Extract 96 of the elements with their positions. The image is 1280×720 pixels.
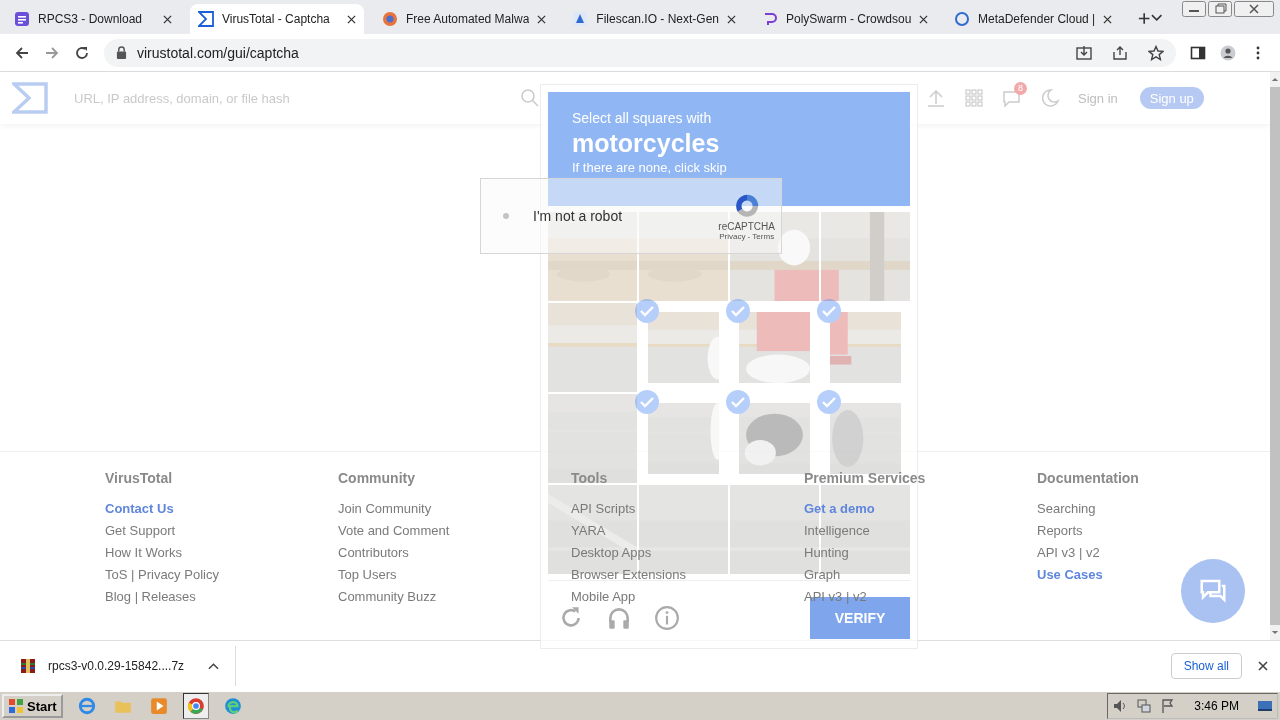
footer-heading: Premium Services: [804, 470, 926, 488]
notification-badge: 8: [1014, 82, 1027, 95]
lock-icon: [116, 46, 127, 59]
profile-icon[interactable]: [1220, 44, 1236, 61]
check-icon: [817, 299, 841, 323]
footer-heading: Tools: [571, 470, 608, 488]
browser-tab[interactable]: Free Automated Malwa: [373, 4, 555, 34]
footer-link[interactable]: Get a demo: [804, 498, 875, 520]
captcha-hint: If there are none, click skip: [572, 160, 728, 175]
forward-icon[interactable]: [44, 44, 60, 61]
clock[interactable]: 3:46 PM: [1194, 699, 1239, 713]
site-icon: [762, 11, 778, 27]
check-icon: [635, 299, 659, 323]
archive-icon: [20, 658, 36, 674]
browser-tab[interactable]: RPCS3 - Download: [6, 4, 180, 34]
back-icon[interactable]: [14, 44, 30, 61]
address-bar[interactable]: virustotal.com/gui/captcha: [104, 38, 1176, 67]
footer-link[interactable]: Contact Us: [105, 498, 174, 520]
show-all-button[interactable]: Show all: [1170, 653, 1242, 679]
check-icon: [817, 390, 841, 414]
footer-link[interactable]: Browser Extensions: [571, 564, 686, 586]
close-icon[interactable]: [727, 14, 736, 24]
footer-heading: Documentation: [1037, 470, 1139, 488]
scroll-up-icon[interactable]: [1271, 77, 1279, 82]
restore-icon[interactable]: [1208, 1, 1232, 17]
browser-tab[interactable]: Filescan.IO - Next-Gen: [564, 4, 744, 34]
show-desktop-icon[interactable]: [1257, 698, 1273, 714]
footer-link[interactable]: Desktop Apps: [571, 542, 652, 564]
grid-icon[interactable]: [964, 88, 984, 108]
download-item[interactable]: rpcs3-v0.0.29-15842....7z: [20, 646, 237, 686]
footer-link[interactable]: Graph: [804, 564, 841, 586]
check-icon: [726, 299, 750, 323]
share-icon[interactable]: [1112, 44, 1128, 61]
browser-tab[interactable]: MetaDefender Cloud |: [946, 4, 1121, 34]
footer-link[interactable]: Contributors: [338, 542, 409, 564]
footer-link[interactable]: API Scripts: [571, 498, 636, 520]
scrollbar[interactable]: [1270, 72, 1280, 640]
scroll-down-icon[interactable]: [1271, 630, 1279, 635]
site-icon: [197, 11, 214, 27]
checkbox-label: I'm not a robot: [533, 208, 623, 224]
footer-heading: Community: [338, 470, 415, 488]
check-icon: [635, 390, 659, 414]
footer-link[interactable]: Join Community: [338, 498, 432, 520]
privacy-terms-link[interactable]: Privacy - Terms: [719, 232, 775, 241]
reload-icon[interactable]: [74, 44, 90, 61]
footer-link[interactable]: ToS | Privacy Policy: [105, 564, 219, 586]
moon-icon[interactable]: [1040, 88, 1060, 108]
footer-link[interactable]: API v3 | v2: [1037, 542, 1100, 564]
footer-link[interactable]: Searching: [1037, 498, 1096, 520]
footer-link[interactable]: Reports: [1037, 520, 1083, 542]
close-icon[interactable]: [537, 14, 547, 24]
chevron-down-icon[interactable]: [1150, 14, 1162, 22]
captcha-target: motorcycles: [572, 129, 721, 158]
footer-link[interactable]: Hunting: [804, 542, 849, 564]
start-button[interactable]: Start: [2, 694, 63, 718]
sigma-logo-icon[interactable]: [12, 82, 48, 114]
footer-link[interactable]: Mobile App: [571, 586, 636, 608]
footer-link[interactable]: Intelligence: [804, 520, 870, 542]
close-icon[interactable]: [1234, 1, 1274, 17]
close-icon[interactable]: [919, 14, 928, 24]
star-icon[interactable]: [1148, 44, 1164, 61]
upload-icon[interactable]: [926, 88, 946, 108]
install-icon[interactable]: [1076, 44, 1092, 61]
new-tab-icon[interactable]: [1138, 12, 1151, 25]
chrome-icon[interactable]: [182, 693, 209, 719]
headphones-icon[interactable]: [606, 605, 632, 631]
minimize-icon[interactable]: [1182, 1, 1206, 17]
info-icon[interactable]: [654, 605, 680, 631]
close-icon[interactable]: [162, 14, 172, 24]
site-icon: [14, 11, 30, 27]
recaptcha-brand: reCAPTCHA: [718, 221, 775, 232]
side-panel-icon[interactable]: [1190, 44, 1206, 61]
close-icon[interactable]: [346, 14, 356, 24]
browser-tab[interactable]: PolySwarm - Crowdsou: [754, 4, 936, 34]
network-icon[interactable]: [1136, 698, 1153, 714]
site-icon: [572, 11, 589, 27]
footer-link[interactable]: Get Support: [105, 520, 176, 542]
captcha-instruction: Select all squares with: [572, 110, 713, 126]
site-icon: [954, 11, 970, 27]
browser-tab[interactable]: VirusTotal - Captcha: [189, 4, 364, 34]
footer-link[interactable]: How It Works: [105, 542, 183, 564]
footer-heading: VirusTotal: [105, 470, 173, 488]
footer-link[interactable]: Top Users: [338, 564, 397, 586]
close-icon[interactable]: [1103, 14, 1113, 24]
checkbox[interactable]: [503, 213, 509, 219]
footer-link[interactable]: YARA: [571, 520, 606, 542]
caret-up-icon[interactable]: [208, 662, 220, 670]
footer-link[interactable]: Community Buzz: [338, 586, 437, 608]
check-icon: [726, 390, 750, 414]
footer-link[interactable]: Blog | Releases: [105, 586, 196, 608]
windows-logo-icon: [8, 698, 24, 714]
footer-link[interactable]: Vote and Comment: [338, 520, 450, 542]
close-icon[interactable]: [1258, 661, 1268, 671]
site-icon: [381, 11, 398, 27]
search-icon[interactable]: [520, 88, 540, 108]
footer-link[interactable]: Use Cases: [1037, 564, 1103, 586]
